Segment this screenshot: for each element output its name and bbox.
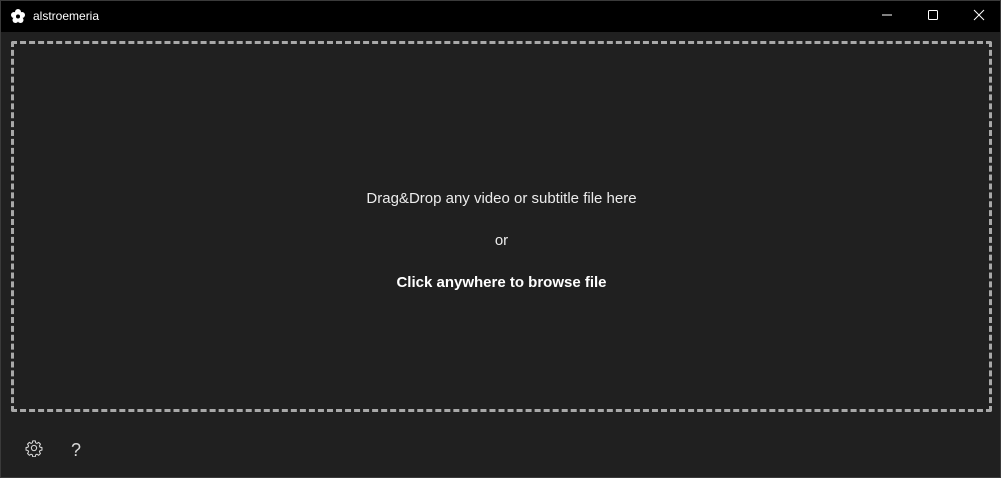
minimize-icon — [881, 8, 893, 26]
close-button[interactable] — [956, 1, 1001, 32]
close-icon — [973, 8, 985, 26]
settings-button[interactable] — [21, 437, 47, 463]
dropzone-instruction: Drag&Drop any video or subtitle file her… — [366, 190, 637, 207]
help-button[interactable]: ? — [63, 437, 89, 463]
title-bar[interactable]: alstroemeria — [1, 1, 1000, 32]
help-icon: ? — [70, 439, 81, 460]
gear-icon — [25, 439, 43, 462]
maximize-icon — [927, 8, 939, 26]
window-title: alstroemeria — [33, 9, 100, 23]
flower-icon — [10, 8, 26, 24]
dropzone-separator: or — [494, 232, 509, 249]
app-window: alstroemeria Drag&Drop any video or subt… — [0, 0, 1001, 478]
file-dropzone[interactable]: Drag&Drop any video or subtitle file her… — [11, 41, 992, 412]
minimize-button[interactable] — [864, 1, 910, 32]
browse-file-prompt[interactable]: Click anywhere to browse file — [14, 274, 989, 291]
maximize-button[interactable] — [910, 1, 956, 32]
